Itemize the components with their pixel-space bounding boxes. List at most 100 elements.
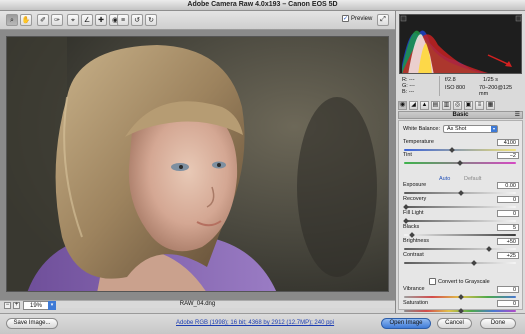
recovery-label: Recovery [403, 196, 427, 202]
tab-hsl[interactable]: ▤ [431, 100, 440, 110]
histogram-graph [400, 15, 521, 73]
presets-icon: ≡ [477, 101, 482, 108]
iso: ISO 800 [445, 85, 466, 91]
photo-preview[interactable] [6, 36, 389, 292]
lens-icon: ◎ [454, 101, 461, 108]
rotate-ccw-button[interactable]: ↺ [131, 14, 143, 26]
bottom-bar: Save Image... Adobe RGB (1998); 16 bit; … [0, 313, 525, 334]
split-icon: ▥ [443, 101, 450, 108]
save-image-button[interactable]: Save Image... [6, 318, 58, 329]
open-image-button[interactable]: Open Image [381, 318, 431, 329]
fullscreen-button[interactable]: ⤢ [377, 14, 389, 26]
zoom-tool[interactable]: ⌕ [6, 14, 18, 26]
window-title: Adobe Camera Raw 4.0x193 – Canon EOS 5D [187, 1, 338, 8]
vibrance-value[interactable]: 0 [497, 286, 519, 293]
panel-header: Basic ☰ [398, 111, 523, 119]
white-balance-label: White Balance: [403, 126, 440, 132]
contrast-value[interactable]: +25 [497, 252, 519, 259]
histogram [399, 14, 522, 74]
title-bar: Adobe Camera Raw 4.0x193 – Canon EOS 5D [0, 0, 525, 11]
retouch-tool[interactable]: ✚ [95, 14, 107, 26]
b-value: --- [408, 89, 415, 95]
exposure-label: Exposure [403, 182, 427, 188]
panel-menu-icon[interactable]: ☰ [515, 112, 520, 119]
saturation-label: Saturation [403, 300, 429, 306]
fill-light-value[interactable]: 0 [497, 210, 519, 217]
preview-label: Preview [351, 15, 373, 22]
blacks-value[interactable]: 5 [497, 224, 519, 231]
workflow-options-link[interactable]: Adobe RGB (1998); 16 bit; 4368 by 2912 (… [176, 320, 334, 326]
exposure-value[interactable]: 0.00 [497, 182, 519, 189]
fill-light-label: Fill Light [403, 210, 424, 216]
tab-tone-curve[interactable]: ◢ [409, 100, 418, 110]
blacks-slider-thumb[interactable] [408, 232, 415, 238]
preferences-button[interactable]: ≡ [117, 14, 129, 26]
blacks-slider[interactable] [404, 234, 516, 236]
tab-basic[interactable]: ◉ [398, 100, 407, 110]
brightness-label: Brightness [403, 238, 429, 244]
blacks-label: Blacks [403, 224, 420, 230]
tint-value[interactable]: −2 [497, 152, 519, 159]
hand-icon: ✋ [21, 16, 31, 24]
contrast-label: Contrast [403, 252, 424, 258]
chevron-down-icon: ▾ [491, 126, 497, 132]
done-button[interactable]: Done [480, 318, 516, 329]
right-panel: R: --- G: --- B: --- f/2.8 1/25 s ISO 80… [395, 11, 525, 314]
retouch-icon: ✚ [98, 16, 104, 24]
color-sampler-tool[interactable]: ✑ [51, 14, 63, 26]
temperature-value[interactable]: 4100 [497, 139, 519, 146]
status-row: − + 19% ▾ RAW_04.dng [0, 300, 395, 310]
annotation-arrow [487, 54, 511, 66]
file-name: RAW_04.dng [179, 301, 216, 307]
hand-tool[interactable]: ✋ [20, 14, 32, 26]
recovery-value[interactable]: 0 [497, 196, 519, 203]
saturation-value[interactable]: 0 [497, 300, 519, 307]
basic-panel: White Balance: As Shot ▾ Auto Default Co… [398, 120, 523, 314]
brightness-value[interactable]: +50 [497, 238, 519, 245]
crop-tool[interactable]: ⌖ [67, 14, 79, 26]
white-balance-tool[interactable]: ✐ [37, 14, 49, 26]
rotate-right-icon: ↻ [148, 16, 154, 24]
tab-lens[interactable]: ◎ [453, 100, 462, 110]
rotate-left-icon: ↺ [134, 16, 140, 24]
b-label: B: [402, 89, 408, 95]
tab-split-toning[interactable]: ▥ [442, 100, 451, 110]
crop-icon: ⌖ [71, 16, 75, 24]
lens: 70–200@125 mm [479, 85, 513, 97]
tab-camera-calibration[interactable]: ▣ [464, 100, 473, 110]
recovery-slider[interactable] [404, 206, 516, 208]
fill-light-slider[interactable] [404, 220, 516, 222]
grayscale-label: Convert to Grayscale [438, 278, 490, 285]
tab-snapshots[interactable]: ▦ [486, 100, 495, 110]
panel-tabs: ◉ ◢ ▲ ▤ ▥ ◎ ▣ ≡ ▦ [398, 100, 523, 110]
straighten-tool[interactable]: ∠ [81, 14, 93, 26]
rotate-cw-button[interactable]: ↻ [145, 14, 157, 26]
camera-icon: ▣ [465, 101, 472, 108]
tab-presets[interactable]: ≡ [475, 100, 484, 110]
brightness-slider-thumb[interactable] [485, 246, 492, 252]
auto-button[interactable]: Auto [439, 176, 450, 182]
aperture-icon: ◉ [399, 101, 406, 108]
cancel-button[interactable]: Cancel [437, 318, 472, 329]
curve-icon: ◢ [411, 101, 416, 108]
default-button[interactable]: Default [464, 176, 481, 182]
info-divider [439, 76, 440, 96]
brightness-slider[interactable] [404, 248, 516, 250]
camera-info: R: --- G: --- B: --- f/2.8 1/25 s ISO 80… [399, 76, 522, 98]
preferences-icon: ≡ [120, 16, 126, 24]
temperature-label: Temperature [403, 139, 434, 145]
toolbar: ⌕ ✋ ✐ ✑ ⌖ ∠ ✚ ◉ ≡ ↺ ↻ ✓ Preview ⤢ [0, 11, 395, 30]
preview-toggle[interactable]: ✓ Preview [342, 15, 372, 22]
temperature-slider[interactable] [404, 149, 516, 151]
rgb-readout: R: --- G: --- B: --- [402, 77, 415, 95]
white-balance-select[interactable]: As Shot ▾ [443, 125, 498, 133]
grayscale-checkbox[interactable] [429, 278, 436, 285]
contrast-slider[interactable] [404, 262, 516, 264]
preview-checkbox[interactable]: ✓ [342, 15, 349, 22]
triangle-icon: ▲ [421, 101, 428, 108]
image-preview-area[interactable] [0, 30, 395, 300]
color-sampler-icon: ✑ [54, 16, 60, 24]
panel-title: Basic [452, 112, 469, 118]
grayscale-toggle[interactable]: Convert to Grayscale [429, 278, 490, 285]
tab-detail[interactable]: ▲ [420, 100, 429, 110]
